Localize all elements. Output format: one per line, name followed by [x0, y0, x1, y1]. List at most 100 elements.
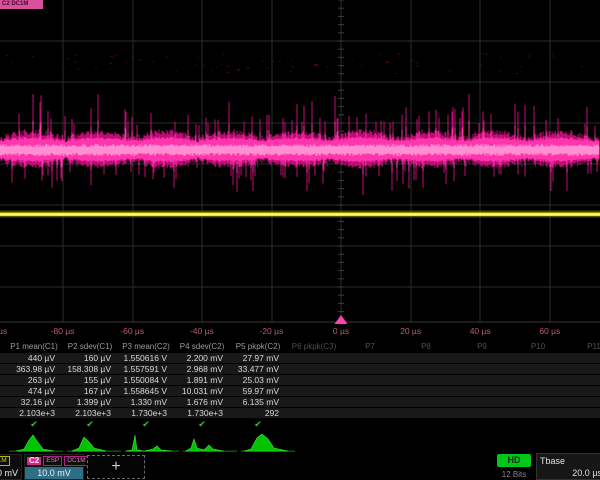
measure-cell: 440 µV	[6, 353, 62, 363]
measure-cell	[454, 364, 510, 374]
measure-cell	[566, 375, 600, 385]
measure-cell: 2.103e+3	[62, 408, 118, 418]
measure-cell	[454, 375, 510, 385]
measure-cell: 1.730e+3	[174, 408, 230, 418]
parameter-histicon[interactable]	[16, 435, 54, 451]
measure-cell	[566, 408, 600, 418]
c2-esp-badge: ESP	[43, 456, 62, 466]
measure-cell: 1.550616 V	[118, 353, 174, 363]
measure-cell: 363.98 µV	[6, 364, 62, 374]
trigger-position-marker[interactable]	[335, 315, 348, 324]
oscilloscope-screen: C2 DC1M -100 µs-80 µs-60 µs-40 µs-20 µs0…	[0, 0, 600, 480]
plus-icon: +	[111, 458, 120, 475]
measure-cell	[454, 397, 510, 407]
measure-header-2[interactable]: P2 sdev(C1)	[62, 341, 118, 353]
measure-cell	[454, 408, 510, 418]
channel-c1-descriptor[interactable]: C1 DC1M 10.0 mV	[0, 454, 22, 480]
measure-cell: 10.031 mV	[174, 386, 230, 396]
measure-cell	[398, 353, 454, 363]
status-check-empty	[286, 419, 342, 430]
measure-cell	[286, 375, 342, 385]
measure-cell	[342, 397, 398, 407]
measure-header-3[interactable]: P3 mean(C2)	[118, 341, 174, 353]
measure-cell: 167 µV	[62, 386, 118, 396]
channel-c2-descriptor[interactable]: C2 ESP DC1M 10.0 mV	[24, 454, 84, 480]
status-check-empty	[454, 419, 510, 430]
measure-cell: 2.103e+3	[6, 408, 62, 418]
measure-header-5[interactable]: P5 pkpk(C2)	[230, 341, 286, 353]
measure-cell: 27.97 mV	[230, 353, 286, 363]
measure-cell	[286, 386, 342, 396]
measure-header-1[interactable]: P1 mean(C1)	[6, 341, 62, 353]
c2-coupling-badge: DC1M	[64, 456, 88, 466]
parameter-histicon[interactable]	[244, 434, 288, 451]
status-check-empty	[510, 419, 566, 430]
trace-annotation-chip: C2 DC1M	[0, 0, 43, 9]
measure-cell	[510, 353, 566, 363]
measure-cell: 1.730e+3	[118, 408, 174, 418]
measure-cell	[510, 408, 566, 418]
timebase-descriptor[interactable]: Tbase 20.0 µs	[536, 453, 600, 480]
status-check-icon: ✔	[174, 419, 230, 430]
measure-cell: 25.03 mV	[230, 375, 286, 385]
status-check-icon: ✔	[6, 419, 62, 430]
measurement-table: P1 mean(C1)P2 sdev(C1)P3 mean(C2)P4 sdev…	[0, 341, 600, 430]
measure-cell: 32.16 µV	[6, 397, 62, 407]
measure-cell	[510, 375, 566, 385]
measure-cell	[286, 397, 342, 407]
measure-cell	[286, 408, 342, 418]
measure-cell: 155 µV	[62, 375, 118, 385]
measure-cell: 1.399 µV	[62, 397, 118, 407]
measure-cell: 2.200 mV	[174, 353, 230, 363]
waveform-display	[0, 0, 600, 324]
measure-cell: 1.676 mV	[174, 397, 230, 407]
measure-cell	[342, 408, 398, 418]
status-check-icon: ✔	[62, 419, 118, 430]
time-label: 60 µs	[539, 326, 560, 336]
measure-cell: 6.135 mV	[230, 397, 286, 407]
measure-cell	[286, 353, 342, 363]
hd-mode-badge[interactable]: HD	[497, 454, 531, 467]
measure-cell: 59.97 mV	[230, 386, 286, 396]
timebase-label: Tbase	[540, 456, 565, 466]
measure-header-11[interactable]: P11	[566, 341, 600, 353]
measure-cell: 1.330 mV	[118, 397, 174, 407]
time-label: -100 µs	[0, 326, 7, 336]
resolution-bits-label: 12 Bits	[494, 470, 534, 479]
parameter-histicon[interactable]	[72, 437, 106, 451]
measure-cell	[286, 364, 342, 374]
parameter-histicon[interactable]	[186, 439, 224, 451]
measure-cell: 2.968 mV	[174, 364, 230, 374]
time-label: -80 µs	[51, 326, 75, 336]
status-check-icon: ✔	[118, 419, 174, 430]
c2-volts-per-div: 10.0 mV	[25, 467, 83, 479]
measure-cell: 33.477 mV	[230, 364, 286, 374]
measure-header-6[interactable]: P6 pkpk(C3)	[286, 341, 342, 353]
measure-cell: 292	[230, 408, 286, 418]
c2-label: C2	[27, 457, 41, 465]
measure-cell	[398, 386, 454, 396]
measure-cell: 1.891 mV	[174, 375, 230, 385]
measure-header-9[interactable]: P9	[454, 341, 510, 353]
measure-header-4[interactable]: P4 sdev(C2)	[174, 341, 230, 353]
time-label: 40 µs	[470, 326, 491, 336]
measure-cell: 160 µV	[62, 353, 118, 363]
measure-cell: 1.550084 V	[118, 375, 174, 385]
measure-header-10[interactable]: P10	[510, 341, 566, 353]
measure-cell	[510, 364, 566, 374]
measure-cell: 158.308 µV	[62, 364, 118, 374]
measure-cell: 1.557591 V	[118, 364, 174, 374]
measure-cell	[398, 375, 454, 385]
time-label: -40 µs	[190, 326, 214, 336]
parameter-histicon[interactable]	[126, 435, 172, 451]
time-label: -20 µs	[259, 326, 283, 336]
time-axis: -100 µs-80 µs-60 µs-40 µs-20 µs0 µs20 µs…	[0, 324, 600, 338]
measure-cell	[454, 386, 510, 396]
measure-header-7[interactable]: P7	[342, 341, 398, 353]
add-trace-button[interactable]: +	[87, 455, 145, 479]
measure-header-8[interactable]: P8	[398, 341, 454, 353]
measure-cell	[342, 364, 398, 374]
measure-cell	[398, 364, 454, 374]
measure-cell: 1.558645 V	[118, 386, 174, 396]
measure-cell	[454, 353, 510, 363]
